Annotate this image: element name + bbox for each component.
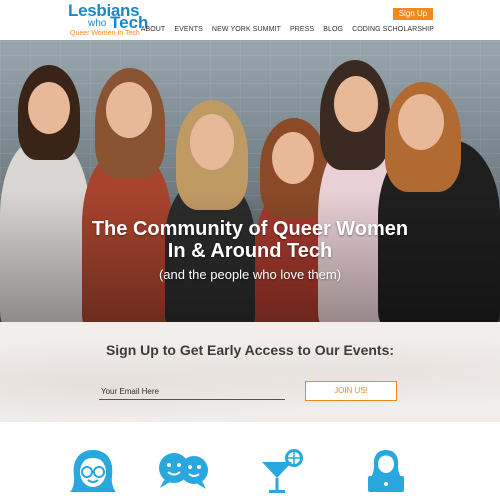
nav-blog[interactable]: BLOG xyxy=(323,26,343,33)
site-logo[interactable]: Lesbians who Tech Queer Women In Tech xyxy=(68,2,148,38)
person-4-face xyxy=(272,132,314,184)
hero-title-line2: In & Around Tech xyxy=(167,240,333,262)
hero-title-line1: The Community of Queer Women xyxy=(91,218,409,240)
signup-background xyxy=(0,322,500,422)
join-us-button[interactable]: JOIN US! xyxy=(305,381,397,401)
logo-tagline: Queer Women In Tech xyxy=(70,30,140,37)
main-nav: ABOUT EVENTS NEW YORK SUMMIT PRESS BLOG … xyxy=(141,26,434,33)
laptop-user-icon xyxy=(362,448,410,499)
site-header: Lesbians who Tech Queer Women In Tech Si… xyxy=(0,0,500,40)
person-2-face xyxy=(106,82,152,138)
logo-line2a: who xyxy=(88,18,107,29)
features-icons-row xyxy=(0,422,500,500)
nav-coding-scholarship[interactable]: CODING SCHOLARSHIP xyxy=(352,26,434,33)
person-1-face xyxy=(28,82,70,134)
signup-button[interactable]: Sign Up xyxy=(393,8,433,20)
woman-glasses-icon xyxy=(68,448,118,497)
nav-about[interactable]: ABOUT xyxy=(141,26,166,33)
email-input[interactable] xyxy=(99,384,285,400)
hero-section: The Community of Queer Women In & Around… xyxy=(0,40,500,322)
person-3-face xyxy=(190,114,234,170)
cocktail-icon xyxy=(258,448,306,500)
signup-section: Sign Up to Get Early Access to Our Event… xyxy=(0,322,500,422)
hero-subtitle: (and the people who love them) xyxy=(158,267,342,282)
signup-title: Sign Up to Get Early Access to Our Event… xyxy=(105,342,395,358)
nav-press[interactable]: PRESS xyxy=(290,26,314,33)
person-6-face xyxy=(398,94,444,150)
nav-new-york-summit[interactable]: NEW YORK SUMMIT xyxy=(212,26,281,33)
person-5-face xyxy=(334,76,378,132)
chat-bubbles-icon xyxy=(156,448,210,497)
hero-title: The Community of Queer Women In & Around… xyxy=(0,218,500,262)
nav-events[interactable]: EVENTS xyxy=(174,26,203,33)
